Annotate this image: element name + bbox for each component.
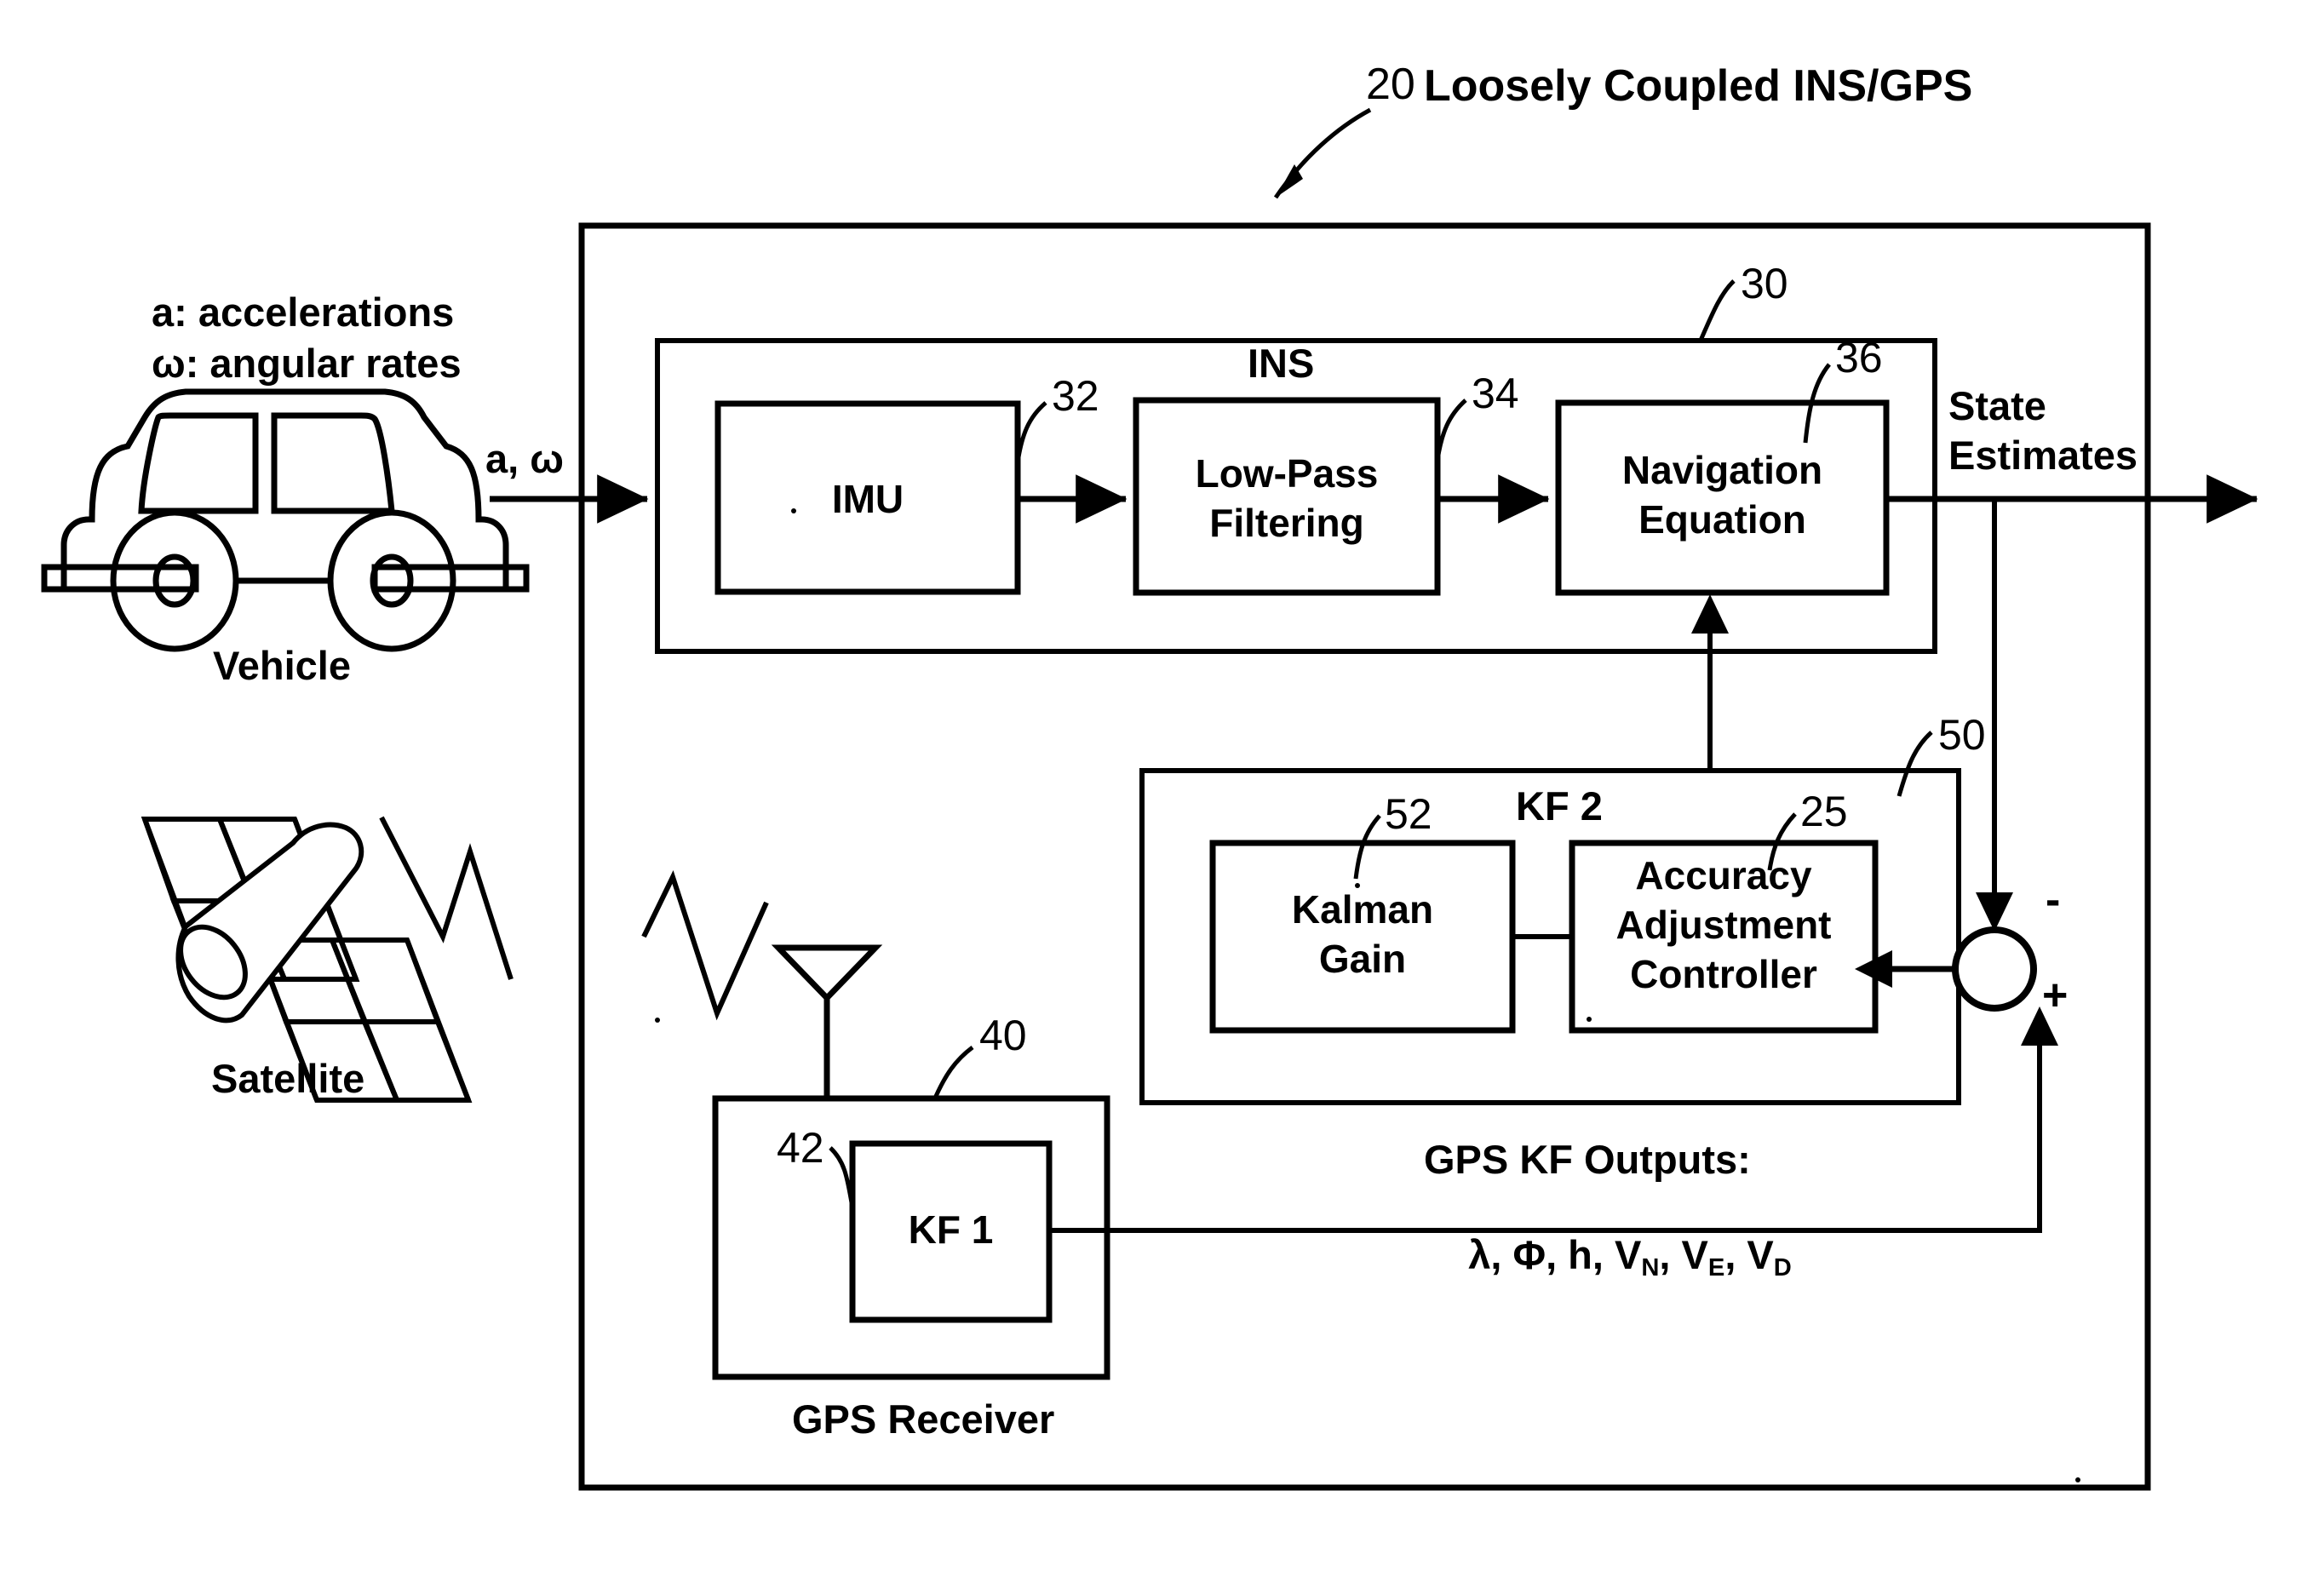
imu-ref-32: 32 <box>1052 372 1099 420</box>
gps-kf-outputs-sub-d: D <box>1773 1253 1792 1282</box>
kf2-ref-50: 50 <box>1938 711 1986 759</box>
accuracy-controller-ref-25: 25 <box>1800 788 1848 835</box>
vehicle-wheel-rear <box>327 509 456 652</box>
kalman-gain-label-line1: Kalman <box>1291 887 1434 932</box>
summing-junction-plus: + <box>2042 971 2069 1020</box>
signal-zigzag-near-antenna <box>641 869 769 1021</box>
state-estimates-label-line2: Estimates <box>1948 433 2138 478</box>
gps-kf-outputs-title: GPS KF Outputs: <box>1424 1137 1751 1182</box>
figure-ref-20: 20 <box>1366 60 1415 109</box>
satellite-label: Satellite <box>211 1056 365 1101</box>
ins-ref-30: 30 <box>1741 260 1788 307</box>
vehicle-wheel-front <box>110 509 239 652</box>
low-pass-filtering-label-line2: Filtering <box>1209 501 1364 545</box>
kf2-to-navigation-arrowhead <box>1691 594 1729 634</box>
gps-kf-outputs-sub-n: N <box>1641 1253 1660 1282</box>
diagram-lines <box>41 107 2258 1491</box>
vehicle-body <box>60 388 509 589</box>
vehicle-illustration <box>41 388 530 652</box>
kf1-label: KF 1 <box>908 1207 994 1252</box>
leader-32 <box>1015 401 1047 463</box>
leader-40 <box>932 1046 974 1101</box>
accuracy-controller-label-line3: Controller <box>1630 952 1817 996</box>
legend-angular-rates: ω: angular rates <box>152 341 462 386</box>
signal-zigzag-near-satellite <box>379 816 514 980</box>
summing-junction-circle <box>1952 926 2037 1012</box>
vehicle-label: Vehicle <box>213 643 351 688</box>
low-pass-filtering-box <box>1133 397 1441 596</box>
accuracy-controller-label-line1: Accuracy <box>1635 853 1812 897</box>
gps-kf-outputs-sub-e: E <box>1707 1253 1725 1282</box>
kf2-label: KF 2 <box>1516 783 1603 829</box>
gps-kf-outputs-mid-2: , V <box>1724 1231 1774 1277</box>
gps-kf-outputs-prefix: λ, Φ, h, V <box>1468 1231 1642 1277</box>
accuracy-controller-label-line2: Adjustment <box>1615 903 1832 947</box>
navigation-equation-label-line1: Navigation <box>1621 448 1823 492</box>
navigation-equation-ref-36: 36 <box>1835 334 1883 381</box>
low-pass-filtering-ref-34: 34 <box>1472 370 1519 417</box>
state-estimates-label-line1: State <box>1948 383 2046 428</box>
gps-receiver-label: GPS Receiver <box>792 1396 1055 1442</box>
vehicle-window-right <box>271 412 395 514</box>
vehicle-signal-label: a, ω <box>485 436 564 481</box>
summing-junction-minus: - <box>2046 875 2061 925</box>
kf1-ref-42: 42 <box>777 1124 824 1172</box>
low-pass-filtering-label-line1: Low-Pass <box>1195 451 1379 496</box>
leader-52 <box>1353 814 1381 880</box>
sum-minus-arrowhead <box>1976 892 2013 932</box>
gps-receiver-ref-40: 40 <box>979 1012 1027 1059</box>
ins-label: INS <box>1248 341 1315 386</box>
vehicle-hub-rear <box>370 553 414 608</box>
leader-30 <box>1697 279 1736 344</box>
gps-kf-outputs-variables: λ, Φ, h, VN, VE, VD <box>1424 1186 1792 1328</box>
navigation-equation-label-line2: Equation <box>1638 497 1806 542</box>
imu-block-label: IMU <box>831 477 904 521</box>
legend-accelerations: a: accelerations <box>152 290 455 335</box>
kalman-gain-label-line2: Gain <box>1318 937 1407 981</box>
kalman-gain-ref-52: 52 <box>1385 790 1432 838</box>
figure-canvas: 20 Loosely Coupled INS/GPS a: accelerati… <box>0 0 2324 1594</box>
figure-title: Loosely Coupled INS/GPS <box>1424 61 1973 111</box>
vehicle-hub-front <box>152 553 197 608</box>
leader-42 <box>829 1146 855 1208</box>
gps-kf-outputs-mid-1: , V <box>1659 1231 1708 1277</box>
leader-50 <box>1896 731 1933 797</box>
antenna-dipole <box>771 944 883 1003</box>
leader-34 <box>1435 398 1467 461</box>
vehicle-bumper-left <box>41 564 199 593</box>
vehicle-window-left <box>138 412 259 514</box>
outer-system-box <box>578 222 2151 1491</box>
